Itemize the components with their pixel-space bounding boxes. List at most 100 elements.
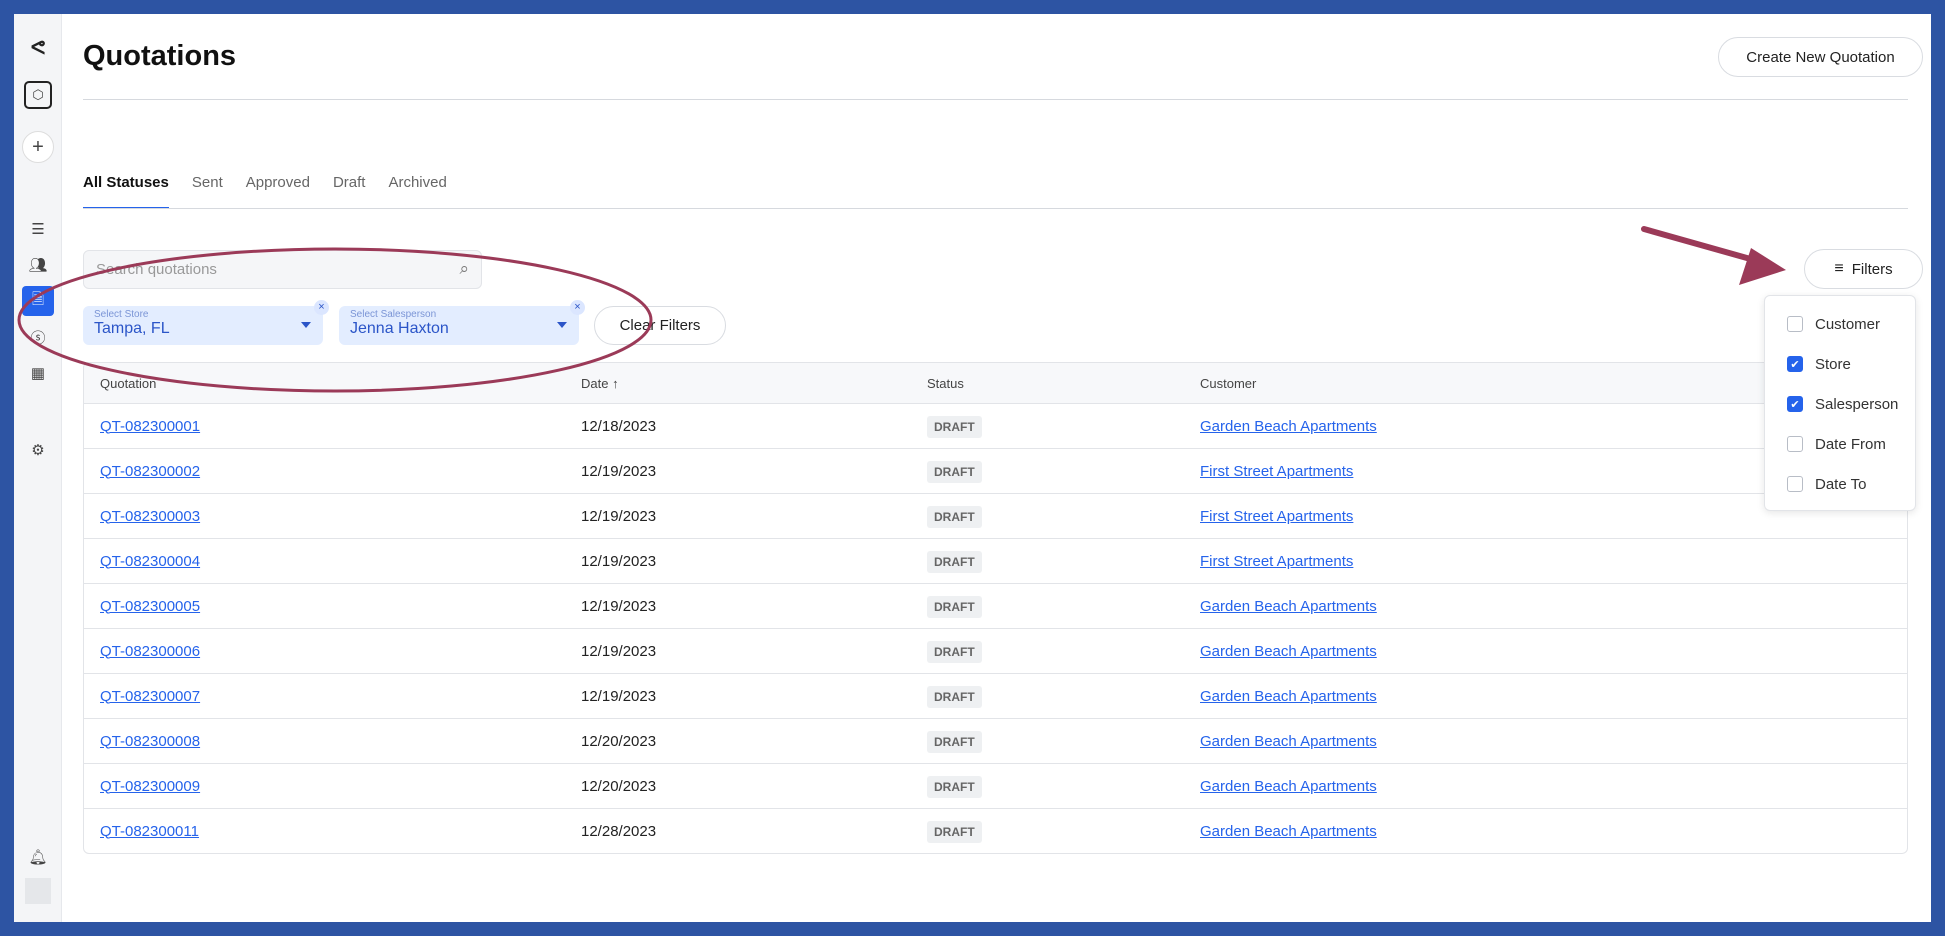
checkbox[interactable] xyxy=(1787,476,1803,492)
filter-option[interactable]: Date From xyxy=(1765,424,1915,464)
quotation-link[interactable]: QT-082300007 xyxy=(100,688,200,705)
date-cell: 12/20/2023 xyxy=(581,777,657,795)
table-row: QT-082300009 12/20/2023 DRAFT Garden Bea… xyxy=(84,763,1907,808)
quotation-link[interactable]: QT-082300004 xyxy=(100,553,200,570)
bell-icon[interactable]: 🔔︎ xyxy=(22,842,54,872)
filter-option[interactable]: Customer xyxy=(1765,304,1915,344)
quotation-link[interactable]: QT-082300001 xyxy=(100,418,200,435)
quotation-link[interactable]: QT-082300011 xyxy=(100,823,199,840)
filter-option[interactable]: Date To xyxy=(1765,464,1915,504)
filter-option[interactable]: ✔ Store xyxy=(1765,344,1915,384)
table-row: QT-082300005 12/19/2023 DRAFT Garden Bea… xyxy=(84,583,1907,628)
quotation-link[interactable]: QT-082300008 xyxy=(100,733,200,750)
status-badge: DRAFT xyxy=(927,415,982,438)
page-title: Quotations xyxy=(83,40,237,72)
quotation-link[interactable]: QT-082300003 xyxy=(100,508,200,525)
tab-draft[interactable]: Draft xyxy=(333,174,366,209)
date-cell: 12/19/2023 xyxy=(581,597,657,615)
customer-link[interactable]: First Street Apartments xyxy=(1200,553,1353,570)
table-row: QT-082300002 12/19/2023 DRAFT First Stre… xyxy=(84,448,1907,493)
checkbox[interactable]: ✔ xyxy=(1787,396,1803,412)
tabs-divider xyxy=(83,208,1908,209)
quotation-link[interactable]: QT-082300002 xyxy=(100,463,200,480)
customer-link[interactable]: Garden Beach Apartments xyxy=(1200,643,1377,660)
salesperson-select-value: Jenna Haxton xyxy=(350,320,449,337)
salesperson-select-label: Select Salesperson xyxy=(350,309,437,320)
clear-salesperson-icon[interactable]: × xyxy=(570,300,585,315)
quotation-link[interactable]: QT-082300009 xyxy=(100,778,200,795)
document-icon[interactable]: 🗎 xyxy=(22,286,54,316)
filters-button-label: Filters xyxy=(1851,260,1893,278)
quotation-link[interactable]: QT-082300005 xyxy=(100,598,200,615)
column-quotation[interactable]: Quotation xyxy=(84,376,581,391)
customer-link[interactable]: Garden Beach Apartments xyxy=(1200,823,1377,840)
app-window: ᕙ ⬡ + ☰ 👥︎ 🗎 ⓢ ▦ ⚙ 🔔︎ Quotations Create … xyxy=(14,14,1931,922)
dollar-icon[interactable]: ⓢ xyxy=(22,322,54,352)
tab-archived[interactable]: Archived xyxy=(388,174,446,209)
annotation-arrow-line xyxy=(1641,226,1757,263)
quotation-link[interactable]: QT-082300006 xyxy=(100,643,200,660)
create-quotation-button[interactable]: Create New Quotation xyxy=(1718,37,1923,77)
tag-icon[interactable]: ⬡ xyxy=(24,81,52,109)
date-cell: 12/28/2023 xyxy=(581,822,657,840)
clear-store-icon[interactable]: × xyxy=(314,300,329,315)
customer-link[interactable]: Garden Beach Apartments xyxy=(1200,598,1377,615)
table-row: QT-082300001 12/18/2023 DRAFT Garden Bea… xyxy=(84,403,1907,448)
salesperson-select[interactable]: Select Salesperson Jenna Haxton × xyxy=(339,300,585,345)
status-badge: DRAFT xyxy=(927,685,982,708)
checkbox[interactable] xyxy=(1787,316,1803,332)
plus-icon[interactable]: + xyxy=(22,131,54,163)
checkbox[interactable]: ✔ xyxy=(1787,356,1803,372)
status-tabs: All Statuses Sent Approved Draft Archive… xyxy=(83,174,447,209)
status-badge: DRAFT xyxy=(927,820,982,843)
checkbox[interactable] xyxy=(1787,436,1803,452)
customer-link[interactable]: First Street Apartments xyxy=(1200,508,1353,525)
table-row: QT-082300007 12/19/2023 DRAFT Garden Bea… xyxy=(84,673,1907,718)
filter-option-label: Salesperson xyxy=(1815,395,1899,413)
customer-link[interactable]: Garden Beach Apartments xyxy=(1200,733,1377,750)
caret-down-icon xyxy=(557,322,567,333)
date-cell: 12/19/2023 xyxy=(581,507,657,525)
date-cell: 12/19/2023 xyxy=(581,552,657,570)
filter-option-label: Store xyxy=(1815,355,1851,373)
tab-approved[interactable]: Approved xyxy=(246,174,310,209)
date-cell: 12/19/2023 xyxy=(581,462,657,480)
column-status[interactable]: Status xyxy=(927,376,1200,391)
column-date[interactable]: Date ↑ xyxy=(581,376,927,391)
filter-option-label: Date From xyxy=(1815,435,1886,453)
avatar-icon[interactable] xyxy=(25,878,51,904)
tab-sent[interactable]: Sent xyxy=(192,174,223,209)
search-input[interactable]: Search quotations ⌕ xyxy=(83,250,482,289)
customer-link[interactable]: Garden Beach Apartments xyxy=(1200,418,1377,435)
table-row: QT-082300008 12/20/2023 DRAFT Garden Bea… xyxy=(84,718,1907,763)
date-cell: 12/18/2023 xyxy=(581,417,657,435)
filter-option[interactable]: ✔ Salesperson xyxy=(1765,384,1915,424)
status-badge: DRAFT xyxy=(927,595,982,618)
filter-option-label: Date To xyxy=(1815,475,1867,493)
status-badge: DRAFT xyxy=(927,640,982,663)
customer-link[interactable]: Garden Beach Apartments xyxy=(1200,688,1377,705)
customer-link[interactable]: Garden Beach Apartments xyxy=(1200,778,1377,795)
sidebar: ᕙ ⬡ + ☰ 👥︎ 🗎 ⓢ ▦ ⚙ 🔔︎ xyxy=(14,14,62,922)
status-badge: DRAFT xyxy=(927,550,982,573)
quotations-table: Quotation Date ↑ Status Customer QT-0823… xyxy=(83,362,1908,854)
table-row: QT-082300006 12/19/2023 DRAFT Garden Bea… xyxy=(84,628,1907,673)
logo-icon[interactable]: ᕙ xyxy=(22,32,54,62)
caret-down-icon xyxy=(301,322,311,333)
status-badge: DRAFT xyxy=(927,775,982,798)
grid-icon[interactable]: ▦ xyxy=(22,358,54,388)
filters-button[interactable]: ≡ Filters xyxy=(1804,249,1923,289)
status-badge: DRAFT xyxy=(927,505,982,528)
gear-icon[interactable]: ⚙ xyxy=(22,435,54,465)
tab-all-statuses[interactable]: All Statuses xyxy=(83,174,169,209)
users-icon[interactable]: 👥︎ xyxy=(22,250,54,280)
store-select-value: Tampa, FL xyxy=(94,320,170,337)
store-select[interactable]: Select Store Tampa, FL × xyxy=(83,300,329,345)
search-placeholder: Search quotations xyxy=(96,261,217,278)
search-icon: ⌕ xyxy=(459,259,469,278)
list-icon[interactable]: ☰ xyxy=(22,214,54,244)
date-cell: 12/19/2023 xyxy=(581,642,657,660)
table-row: QT-082300011 12/28/2023 DRAFT Garden Bea… xyxy=(84,808,1907,853)
clear-filters-button[interactable]: Clear Filters xyxy=(594,306,726,345)
customer-link[interactable]: First Street Apartments xyxy=(1200,463,1353,480)
